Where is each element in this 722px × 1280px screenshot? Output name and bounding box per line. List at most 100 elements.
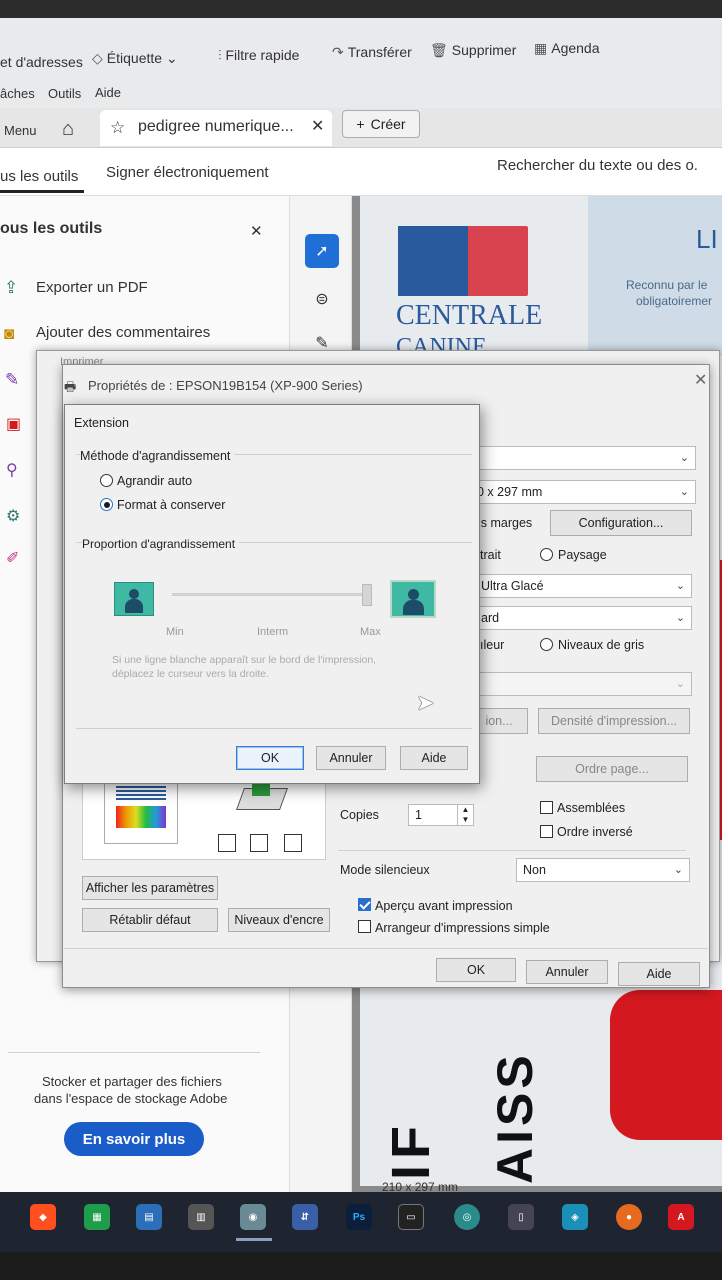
files-icon[interactable]: ▤ xyxy=(136,1204,162,1230)
properties-ok-button[interactable]: OK xyxy=(436,958,516,982)
storage-text-2: dans l'espace de stockage Adobe xyxy=(34,1091,228,1106)
collate-checkbox[interactable] xyxy=(540,801,553,814)
divider xyxy=(338,850,686,851)
agenda-button[interactable]: ▦ Agenda xyxy=(534,40,600,57)
landscape-radio[interactable] xyxy=(540,548,553,561)
webcam-icon[interactable]: ◉ xyxy=(240,1204,266,1230)
acrobat-icon[interactable]: A xyxy=(668,1204,694,1230)
extension-slider-thumb[interactable] xyxy=(362,584,372,606)
extension-ok-button[interactable]: OK xyxy=(236,746,304,770)
pdf-icon[interactable]: ▣ xyxy=(6,414,21,434)
remote-icon[interactable]: ◈ xyxy=(562,1204,588,1230)
copies-stepper[interactable]: ▲ ▼ xyxy=(457,805,473,825)
vertical-word-1: IF xyxy=(381,1120,441,1180)
document-tab-title[interactable]: pedigree numerique... xyxy=(138,118,294,136)
menu-tools[interactable]: Outils xyxy=(48,86,81,101)
firefox-icon[interactable]: ● xyxy=(616,1204,642,1230)
copies-input[interactable]: 1 ▲ ▼ xyxy=(408,804,474,826)
extension-help-button[interactable]: Aide xyxy=(400,746,468,770)
landscape-label[interactable]: Paysage xyxy=(558,548,607,562)
printer-icon: 🖶 xyxy=(64,379,77,394)
color-label[interactable]: ıleur xyxy=(480,638,504,652)
paper-source-select[interactable]: ⌄ xyxy=(470,446,696,470)
comment-tool-icon[interactable]: ⊜ xyxy=(305,282,339,316)
auto-enlarge-label[interactable]: Agrandir auto xyxy=(117,474,192,488)
print-preview-checkbox[interactable] xyxy=(358,898,371,911)
disabled-select[interactable]: ⌄ xyxy=(474,672,692,696)
tool-add-comments[interactable]: Ajouter des commentaires xyxy=(36,324,210,341)
reverse-order-checkbox[interactable] xyxy=(540,825,553,838)
brave-icon[interactable]: ◆ xyxy=(30,1204,56,1230)
chevron-down-icon: ⌄ xyxy=(675,611,685,624)
silent-mode-select[interactable]: Non ⌄ xyxy=(516,858,690,882)
tab-all-tools[interactable]: us les outils xyxy=(0,168,78,185)
ink-levels-button[interactable]: Niveaux d'encre xyxy=(228,908,330,932)
collate-label[interactable]: Assemblées xyxy=(557,801,625,815)
learn-more-button[interactable]: En savoir plus xyxy=(64,1122,204,1156)
menu-tasks[interactable]: âches xyxy=(0,86,35,101)
simple-arranger-checkbox[interactable] xyxy=(358,920,371,933)
close-panel-icon[interactable]: ✕ xyxy=(250,222,263,240)
notepad-icon[interactable]: ▯ xyxy=(508,1204,534,1230)
quality-select[interactable]: ard ⌄ xyxy=(474,606,692,630)
grayscale-label[interactable]: Niveaux de gris xyxy=(558,638,644,652)
paper-type-select[interactable]: Ultra Glacé ⌄ xyxy=(474,574,692,598)
paper-size-select[interactable]: 0 x 297 mm ⌄ xyxy=(470,480,696,504)
configuration-button[interactable]: Configuration... xyxy=(550,510,692,536)
extension-slider-track[interactable] xyxy=(172,593,372,596)
forward-button[interactable]: ↷ Transférer xyxy=(332,44,412,61)
close-tab-icon[interactable]: ✕ xyxy=(311,116,324,136)
auto-enlarge-radio[interactable] xyxy=(100,474,113,487)
delete-button[interactable]: 🗑 Supprimer xyxy=(430,42,516,59)
search-field[interactable]: Rechercher du texte ou des o. xyxy=(497,157,698,174)
address-book-button[interactable]: et d'adresses xyxy=(0,54,83,70)
properties-cancel-button[interactable]: Annuler xyxy=(526,960,608,984)
menu-help[interactable]: Aide xyxy=(95,85,121,100)
keep-format-radio[interactable] xyxy=(100,498,113,511)
reverse-order-label[interactable]: Ordre inversé xyxy=(557,825,633,839)
chevron-down-icon: ⌄ xyxy=(165,50,178,66)
edit-icon[interactable]: ✎ xyxy=(5,370,19,390)
min-extension-icon xyxy=(114,582,154,616)
protect-icon[interactable]: ⚙ xyxy=(6,506,20,526)
show-settings-button[interactable]: Afficher les paramètres xyxy=(82,876,218,900)
density-button[interactable]: Densité d'impression... xyxy=(538,708,690,734)
portrait-label[interactable]: trait xyxy=(480,548,501,562)
borderless-label[interactable]: is marges xyxy=(478,516,532,530)
label-button[interactable]: ◇ Étiquette ⌄ xyxy=(92,50,178,67)
chevron-down-icon: ⌄ xyxy=(675,579,685,592)
keep-format-label[interactable]: Format à conserver xyxy=(117,498,225,512)
print-preview-label[interactable]: Aperçu avant impression xyxy=(375,899,513,913)
star-icon[interactable]: ☆ xyxy=(110,118,125,138)
measure-icon[interactable]: ✐ xyxy=(6,548,19,568)
create-button[interactable]: + Créer xyxy=(342,110,420,138)
calculator-icon[interactable]: ▥ xyxy=(188,1204,214,1230)
logo-blue-part xyxy=(398,226,468,296)
reset-defaults-button[interactable]: Rétablir défaut xyxy=(82,908,218,932)
terminal-icon[interactable]: ▭ xyxy=(398,1204,424,1230)
browser-icon[interactable]: ◎ xyxy=(454,1204,480,1230)
menu-button[interactable]: Menu xyxy=(4,123,37,138)
quick-filter-button[interactable]: ⫶ Filtre rapide xyxy=(218,47,299,64)
forward-icon: ↷ xyxy=(332,44,344,60)
close-properties-icon[interactable]: ✕ xyxy=(694,370,707,390)
sheets-icon[interactable]: ▦ xyxy=(84,1204,110,1230)
simple-arranger-label[interactable]: Arrangeur d'impressions simple xyxy=(375,921,550,935)
page-order-button[interactable]: Ordre page... xyxy=(536,756,688,782)
silent-mode-label: Mode silencieux xyxy=(340,863,430,877)
select-tool-icon[interactable]: ➚ xyxy=(305,234,339,268)
grayscale-radio[interactable] xyxy=(540,638,553,651)
min-label: Min xyxy=(166,626,184,638)
logo-subtitle: CANINE xyxy=(396,334,487,350)
tool-export-pdf[interactable]: Exporter un PDF xyxy=(36,279,148,296)
network-icon[interactable]: ⇵ xyxy=(292,1204,318,1230)
extension-cancel-button[interactable]: Annuler xyxy=(316,746,386,770)
properties-help-button[interactable]: Aide xyxy=(618,962,700,986)
stamp-icon[interactable]: ⚲ xyxy=(6,460,18,480)
tab-sign[interactable]: Signer électroniquement xyxy=(106,164,269,181)
panel-title: ous les outils xyxy=(0,220,103,237)
proportion-group-label: Proportion d'agrandissement xyxy=(82,537,240,551)
home-icon[interactable]: ⌂ xyxy=(62,118,74,141)
photoshop-icon[interactable]: Ps xyxy=(346,1204,372,1230)
tag-icon: ◇ xyxy=(92,50,103,66)
